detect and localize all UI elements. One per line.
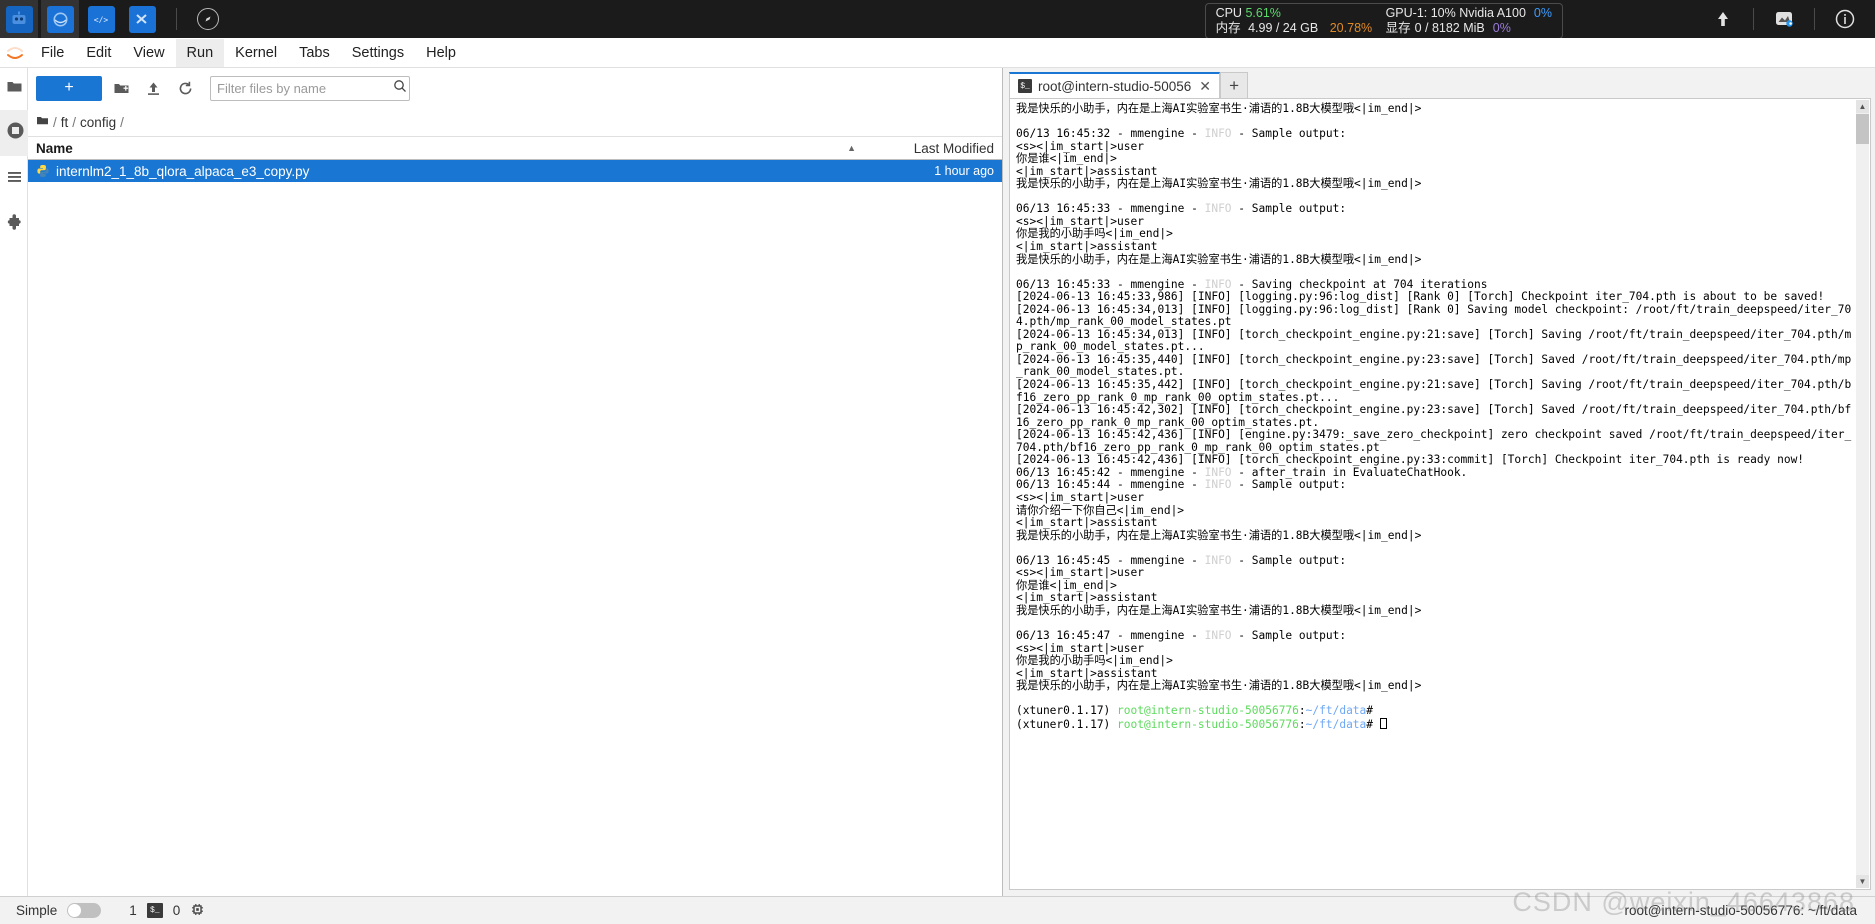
- list-icon: [6, 168, 23, 190]
- gpu-percent: 0%: [1533, 6, 1552, 20]
- terminal-icon: $_: [1018, 79, 1032, 93]
- breadcrumb-part-ft[interactable]: ft: [61, 115, 69, 130]
- breadcrumb: / ft / config /: [28, 108, 1002, 136]
- filter-files-field[interactable]: [210, 75, 410, 101]
- upload-arrow-icon[interactable]: [1693, 0, 1753, 38]
- breadcrumb-separator-1: /: [72, 114, 77, 130]
- sidebar-item-extensions[interactable]: [0, 202, 28, 248]
- sidebar-item-file-browser[interactable]: [0, 68, 28, 110]
- puzzle-icon: [6, 214, 23, 236]
- taskbar-divider: [176, 8, 177, 30]
- file-modified: 1 hour ago: [934, 164, 994, 178]
- taskbar-app-robot[interactable]: [0, 0, 38, 38]
- menu-edit[interactable]: Edit: [75, 39, 122, 67]
- cpu-label: CPU: [1215, 6, 1242, 20]
- breadcrumb-part-config[interactable]: config: [80, 115, 116, 130]
- terminal-icon[interactable]: $_: [146, 903, 163, 918]
- kernel-count[interactable]: 1: [129, 903, 137, 918]
- file-list-header: Name ▲ Last Modified: [28, 136, 1002, 160]
- os-taskbar: </> CPU 5.61% GPU-1: 10% Nvidia A100 0% …: [0, 0, 1875, 39]
- app-icon-robot: [5, 5, 33, 33]
- menu-tabs[interactable]: Tabs: [288, 39, 341, 67]
- new-folder-button[interactable]: [108, 75, 134, 101]
- add-tab-button[interactable]: +: [1220, 72, 1249, 98]
- vram-percent: 0%: [1492, 21, 1511, 35]
- terminal-count[interactable]: 0: [173, 903, 181, 918]
- memory-percent: 20.78%: [1329, 21, 1373, 35]
- terminal-output-area[interactable]: 我是快乐的小助手，内在是上海AI实验室书生·浦语的1.8B大模型哦<|im_en…: [1009, 98, 1871, 890]
- menu-file[interactable]: File: [30, 39, 75, 67]
- jupyterlab-menubar: File Edit View Run Kernel Tabs Settings …: [0, 38, 1875, 68]
- terminal-panel: $_ root@intern-studio-50056 ✕ + 我是快乐的小助手…: [1003, 68, 1875, 896]
- breadcrumb-separator-0: /: [53, 114, 57, 130]
- app-icon-vscode: [128, 5, 156, 33]
- close-icon[interactable]: ✕: [1199, 78, 1211, 95]
- taskbar-tray: [1693, 0, 1875, 38]
- folder-icon: [6, 78, 23, 100]
- terminal-scrollbar[interactable]: ▲ ▼: [1856, 100, 1869, 888]
- vram-label: 显存: [1385, 21, 1411, 35]
- sidebar-item-running[interactable]: [0, 110, 28, 156]
- terminal-text: 我是快乐的小助手，内在是上海AI实验室书生·浦语的1.8B大模型哦<|im_en…: [1016, 102, 1852, 731]
- file-name: internlm2_1_8b_qlora_alpaca_e3_copy.py: [56, 163, 310, 179]
- menu-view[interactable]: View: [122, 39, 175, 67]
- status-bar-path: root@intern-studio-50056776: ~/ft/data: [1624, 903, 1857, 918]
- sidebar-item-commands[interactable]: [0, 156, 28, 202]
- vram-value: 0 / 8182 MiB: [1414, 21, 1485, 35]
- app-icon-circle: [46, 5, 74, 33]
- cpu-value: 5.61%: [1245, 6, 1281, 20]
- gpu-label: GPU-1: 10% Nvidia A100: [1385, 6, 1526, 20]
- memory-value: 4.99 / 24 GB: [1248, 21, 1319, 35]
- svg-text:</>: </>: [94, 16, 109, 25]
- terminal-tab-bar: $_ root@intern-studio-50056 ✕ +: [1003, 68, 1875, 98]
- search-input[interactable]: [217, 80, 393, 96]
- menu-kernel[interactable]: Kernel: [224, 39, 288, 67]
- system-monitor: CPU 5.61% GPU-1: 10% Nvidia A100 0% 内存 4…: [1204, 3, 1563, 39]
- file-browser-panel: + / ft / config / Name ▲ Last Modified: [28, 68, 1003, 896]
- column-header-last-modified[interactable]: Last Modified: [874, 141, 994, 156]
- menu-help[interactable]: Help: [415, 39, 467, 67]
- upload-button[interactable]: [140, 75, 166, 101]
- toggle-knob: [68, 904, 82, 917]
- menu-settings[interactable]: Settings: [341, 39, 415, 67]
- folder-icon[interactable]: [36, 114, 49, 130]
- chevron-down-icon[interactable]: ▼: [1856, 875, 1869, 888]
- breadcrumb-separator-2: /: [120, 114, 124, 130]
- sort-ascending-icon[interactable]: ▲: [847, 143, 856, 153]
- menu-run[interactable]: Run: [175, 38, 225, 67]
- taskbar-app-jupyter[interactable]: [41, 0, 79, 38]
- taskbar-app-code[interactable]: </>: [82, 0, 120, 38]
- info-icon[interactable]: [1815, 0, 1875, 38]
- column-header-name[interactable]: Name: [36, 141, 847, 156]
- status-bar: Simple 1 $_ 0 root@intern-studio-5005677…: [0, 896, 1875, 924]
- tab-title: root@intern-studio-50056: [1038, 78, 1192, 94]
- search-icon[interactable]: [393, 79, 407, 98]
- jupyter-logo: [0, 38, 30, 68]
- app-icon-code: </>: [87, 5, 115, 33]
- memory-label: 内存: [1215, 21, 1241, 35]
- file-browser-toolbar: +: [28, 68, 1002, 108]
- compass-icon: [197, 8, 219, 30]
- tab-terminal[interactable]: $_ root@intern-studio-50056 ✕: [1009, 72, 1221, 98]
- taskbar-app-vscode[interactable]: [123, 0, 161, 38]
- table-row[interactable]: internlm2_1_8b_qlora_alpaca_e3_copy.py 1…: [28, 160, 1002, 182]
- taskbar-compass[interactable]: [189, 0, 227, 38]
- screenshot-icon[interactable]: [1754, 0, 1814, 38]
- scrollbar-thumb[interactable]: [1856, 114, 1869, 144]
- stop-circle-icon: [6, 121, 25, 145]
- refresh-button[interactable]: [172, 75, 198, 101]
- left-activity-bar: [0, 68, 28, 896]
- cpu-chip-icon[interactable]: [190, 902, 205, 920]
- python-file-icon: [36, 164, 50, 178]
- new-launcher-button[interactable]: +: [36, 75, 102, 101]
- simple-mode-label: Simple: [16, 903, 58, 918]
- simple-mode-toggle[interactable]: [67, 903, 102, 918]
- chevron-up-icon[interactable]: ▲: [1856, 100, 1869, 113]
